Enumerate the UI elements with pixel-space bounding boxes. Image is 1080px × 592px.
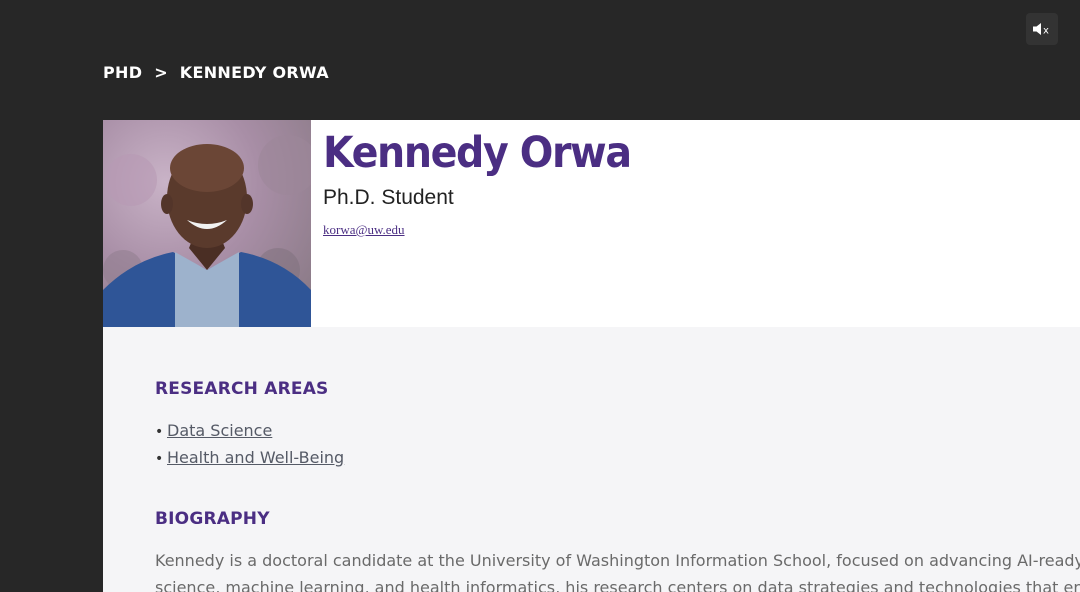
biography-line: science, machine learning, and health in… (155, 578, 1080, 592)
profile-name: Kennedy Orwa (323, 128, 632, 178)
list-item: • Health and Well-Being (155, 446, 344, 473)
bullet-icon: • (155, 451, 164, 467)
bullet-icon: • (155, 424, 164, 440)
profile-content: RESEARCH AREAS • Data Science • Health and… (103, 327, 1080, 592)
breadcrumb-phd-link[interactable]: PHD (103, 63, 142, 82)
research-areas-heading: RESEARCH AREAS (155, 379, 329, 399)
mute-button[interactable]: x (1026, 13, 1058, 45)
speaker-muted-icon: x (1033, 23, 1049, 37)
profile-photo (103, 120, 311, 327)
research-area-link-data-science[interactable]: Data Science (167, 421, 272, 440)
research-area-link-health[interactable]: Health and Well-Being (167, 448, 344, 467)
biography-text: Kennedy is a doctoral candidate at the U… (155, 547, 1080, 592)
research-areas-list: • Data Science • Health and Well-Being (155, 419, 344, 473)
email-link[interactable]: korwa@uw.edu (323, 222, 405, 238)
svg-text:x: x (1043, 26, 1049, 37)
biography-heading: BIOGRAPHY (155, 509, 270, 529)
profile-header: Kennedy Orwa Ph.D. Student korwa@uw.edu (103, 120, 1080, 327)
profile-title: Ph.D. Student (323, 186, 454, 209)
breadcrumb: PHD > KENNEDY ORWA (103, 63, 329, 82)
list-item: • Data Science (155, 419, 344, 446)
breadcrumb-current: KENNEDY ORWA (179, 63, 329, 82)
biography-line: Kennedy is a doctoral candidate at the U… (155, 551, 1080, 570)
breadcrumb-separator: > (154, 63, 168, 82)
